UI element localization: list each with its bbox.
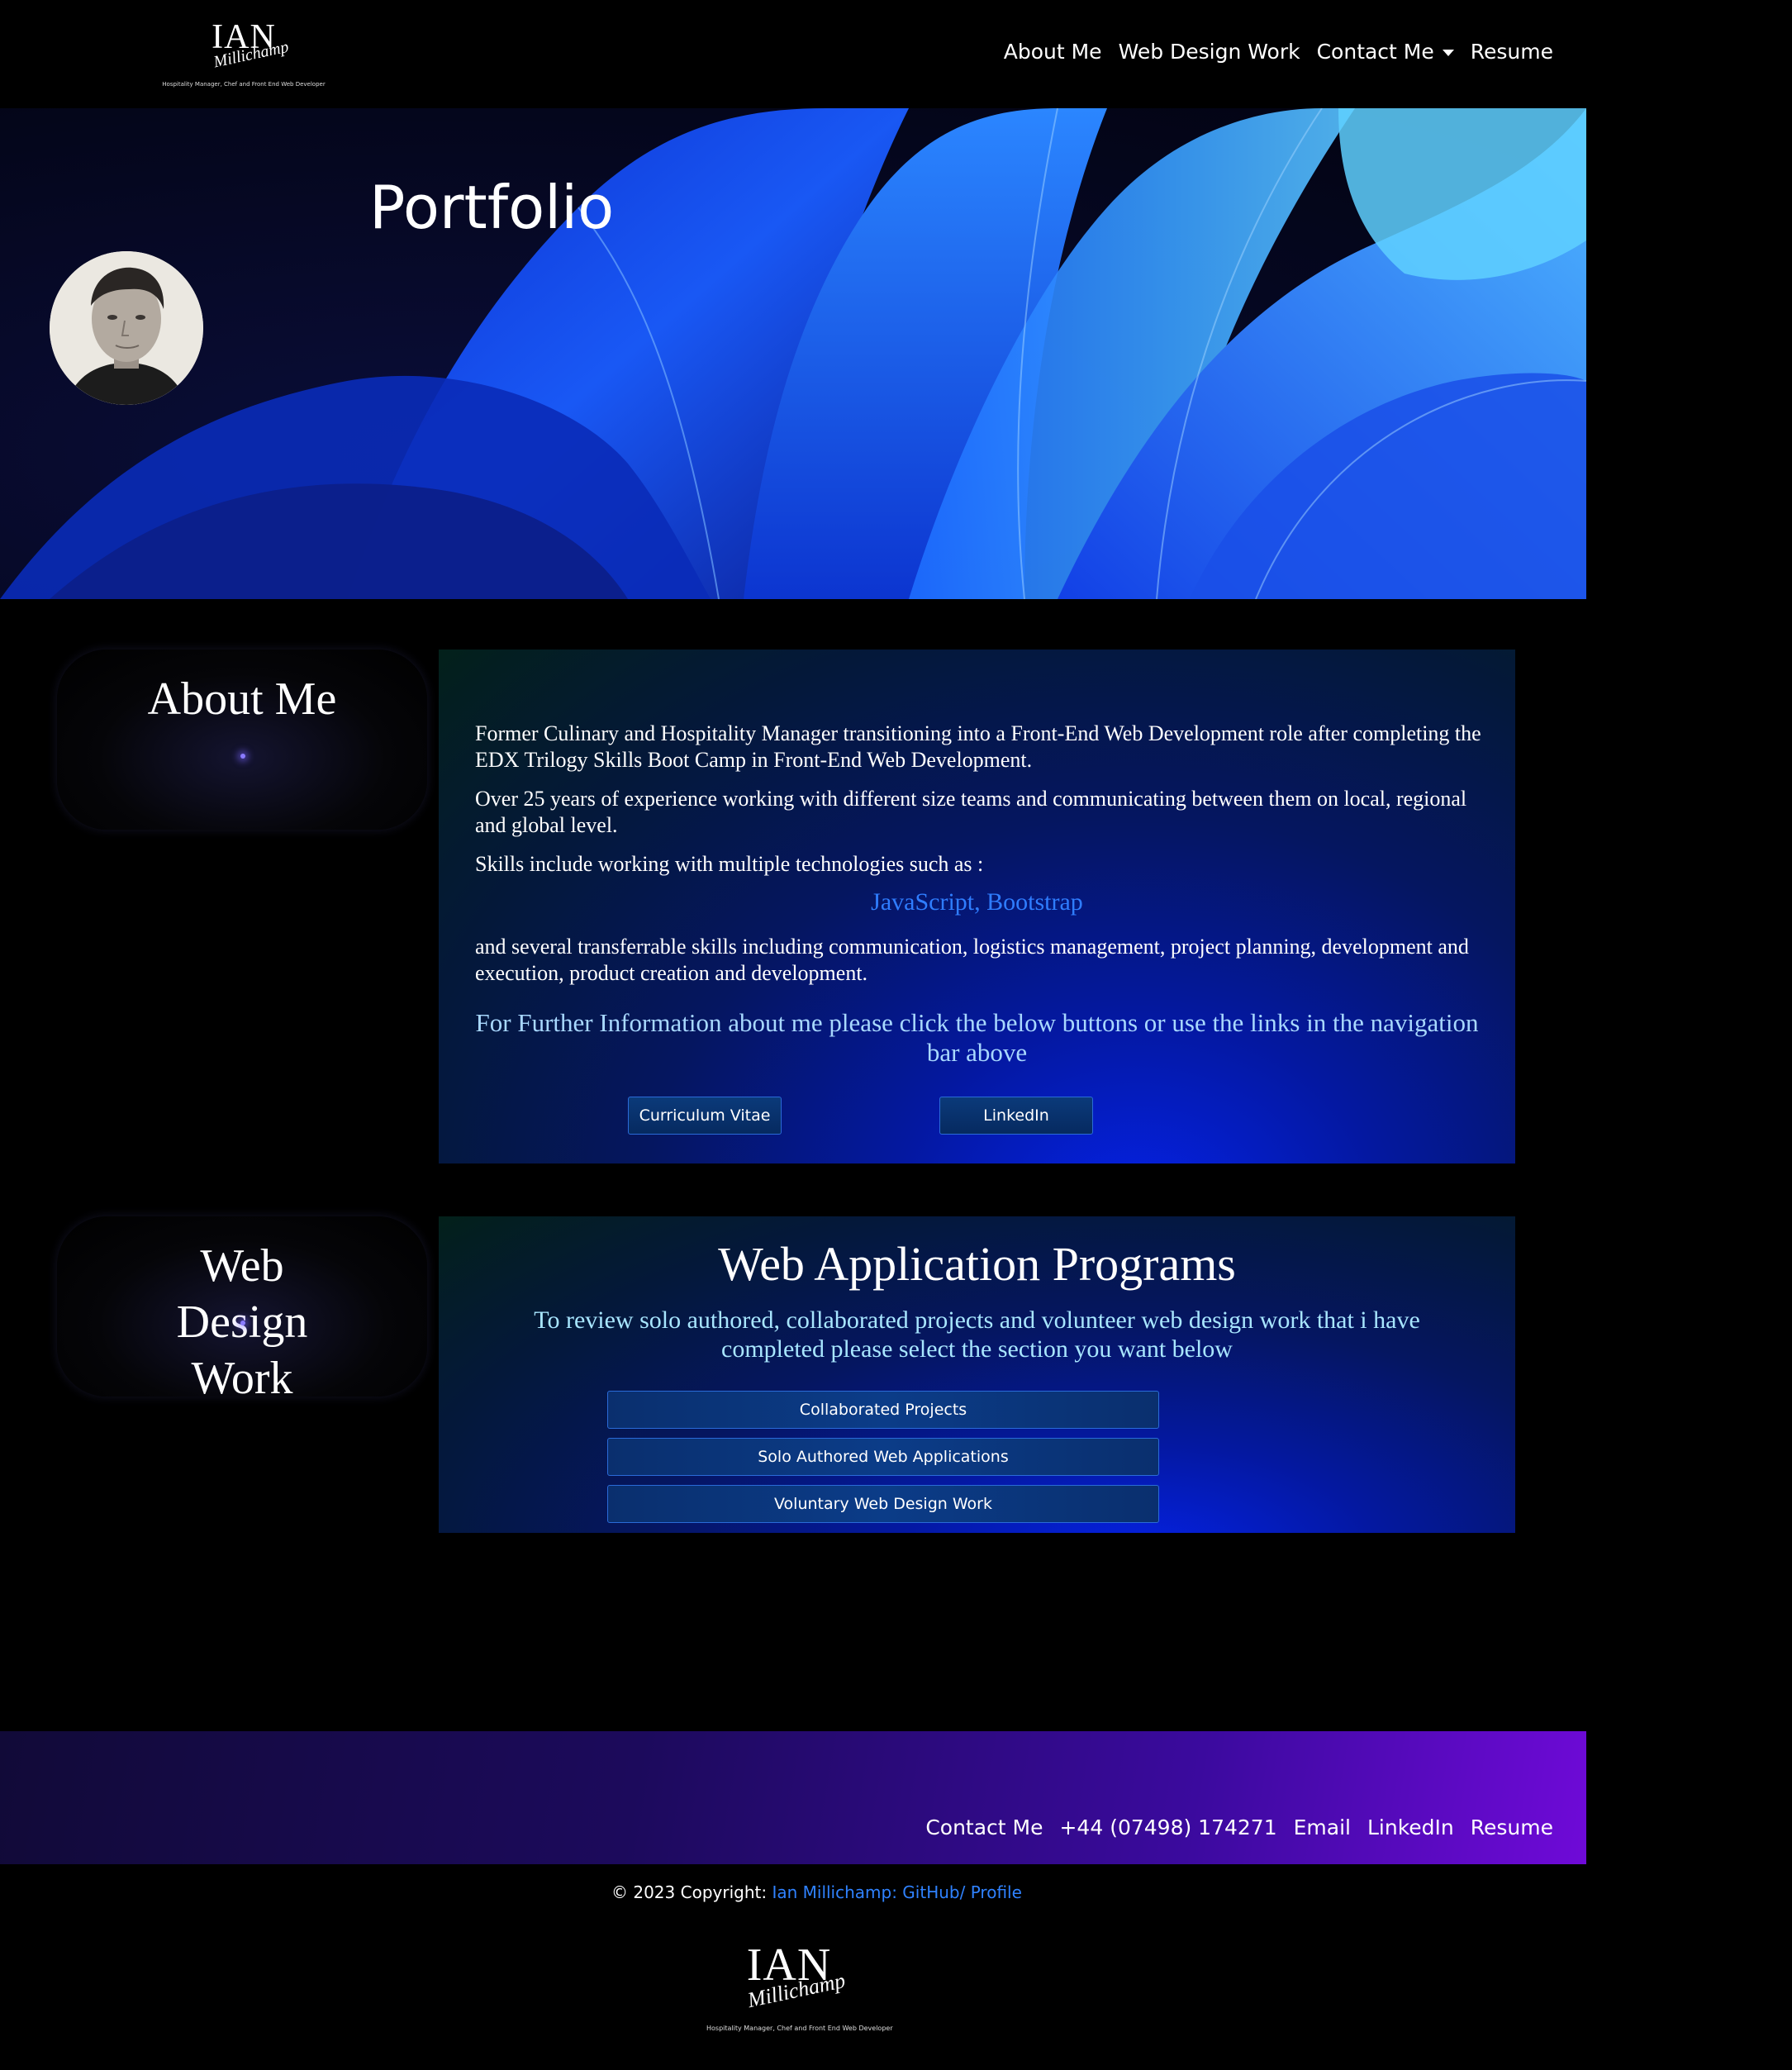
- about-further-info: For Further Information about me please …: [475, 1008, 1479, 1067]
- web-app-programs-heading: Web Application Programs: [718, 1237, 1236, 1291]
- nav-contact-me-dropdown[interactable]: Contact Me: [1317, 40, 1454, 64]
- caret-down-icon: [1442, 50, 1454, 56]
- nav-resume[interactable]: Resume: [1471, 40, 1553, 64]
- about-me-side-title: About Me: [147, 673, 337, 725]
- footer-contact-me[interactable]: Contact Me: [925, 1815, 1043, 1839]
- about-paragraph-1: Former Culinary and Hospitality Manager …: [475, 721, 1481, 772]
- voluntary-work-button[interactable]: Voluntary Web Design Work: [607, 1485, 1159, 1523]
- copyright-prefix: © 2023 Copyright:: [611, 1882, 768, 1902]
- footer-linkedin[interactable]: LinkedIn: [1367, 1815, 1454, 1839]
- nav-web-design-work[interactable]: Web Design Work: [1119, 40, 1300, 64]
- footer-resume[interactable]: Resume: [1471, 1815, 1553, 1839]
- glow-dot-decoration: [240, 1321, 245, 1325]
- linkedin-button[interactable]: LinkedIn: [939, 1097, 1093, 1135]
- profile-photo-image: [50, 251, 203, 405]
- navbar: IAN Millichamp Hospitality Manager, Chef…: [0, 0, 1586, 108]
- about-paragraph-2: Over 25 years of experience working with…: [475, 787, 1467, 837]
- profile-avatar: [50, 251, 203, 405]
- hero-title: Portfolio: [369, 173, 615, 242]
- about-paragraph-3: Skills include working with multiple tec…: [475, 852, 984, 876]
- about-paragraph-4: and several transferrable skills includi…: [475, 935, 1469, 985]
- cv-button[interactable]: Curriculum Vitae: [628, 1097, 782, 1135]
- about-me-side-card: About Me: [57, 650, 427, 830]
- hero-banner: Portfolio: [0, 108, 1586, 599]
- web-design-intro: To review solo authored, collaborated pr…: [534, 1306, 1420, 1363]
- about-technologies: JavaScript, Bootstrap: [871, 888, 1083, 916]
- site-logo[interactable]: IAN Millichamp Hospitality Manager, Chef…: [161, 20, 326, 88]
- logo-tagline: Hospitality Manager, Chef and Front End …: [162, 81, 326, 88]
- glow-dot-decoration: [240, 754, 245, 759]
- footer-logo: IAN Millichamp Hospitality Manager, Chef…: [706, 1942, 893, 2032]
- web-design-side-card: Web Design Work: [57, 1216, 427, 1404]
- github-profile-link[interactable]: Ian Millichamp: GitHub/ Profile: [772, 1882, 1021, 1902]
- footer-links: Contact Me +44 (07498) 174271 Email Link…: [925, 1815, 1553, 1839]
- footer-bar: Contact Me +44 (07498) 174271 Email Link…: [0, 1731, 1586, 1864]
- about-me-panel: Former Culinary and Hospitality Manager …: [439, 650, 1515, 1163]
- web-design-panel: Web Application Programs To review solo …: [439, 1216, 1515, 1533]
- copyright: © 2023 Copyright: Ian Millichamp: GitHub…: [611, 1882, 1022, 1902]
- logo-tagline: Hospitality Manager, Chef and Front End …: [706, 2025, 893, 2032]
- nav-contact-me-label: Contact Me: [1316, 40, 1434, 64]
- footer-phone[interactable]: +44 (07498) 174271: [1059, 1815, 1276, 1839]
- footer-email[interactable]: Email: [1294, 1815, 1351, 1839]
- solo-authored-button[interactable]: Solo Authored Web Applications: [607, 1438, 1159, 1476]
- collaborated-projects-button[interactable]: Collaborated Projects: [607, 1391, 1159, 1429]
- hero-background-art: [0, 108, 1586, 599]
- nav-links: About Me Web Design Work Contact Me Resu…: [1004, 40, 1553, 64]
- nav-about-me[interactable]: About Me: [1004, 40, 1102, 64]
